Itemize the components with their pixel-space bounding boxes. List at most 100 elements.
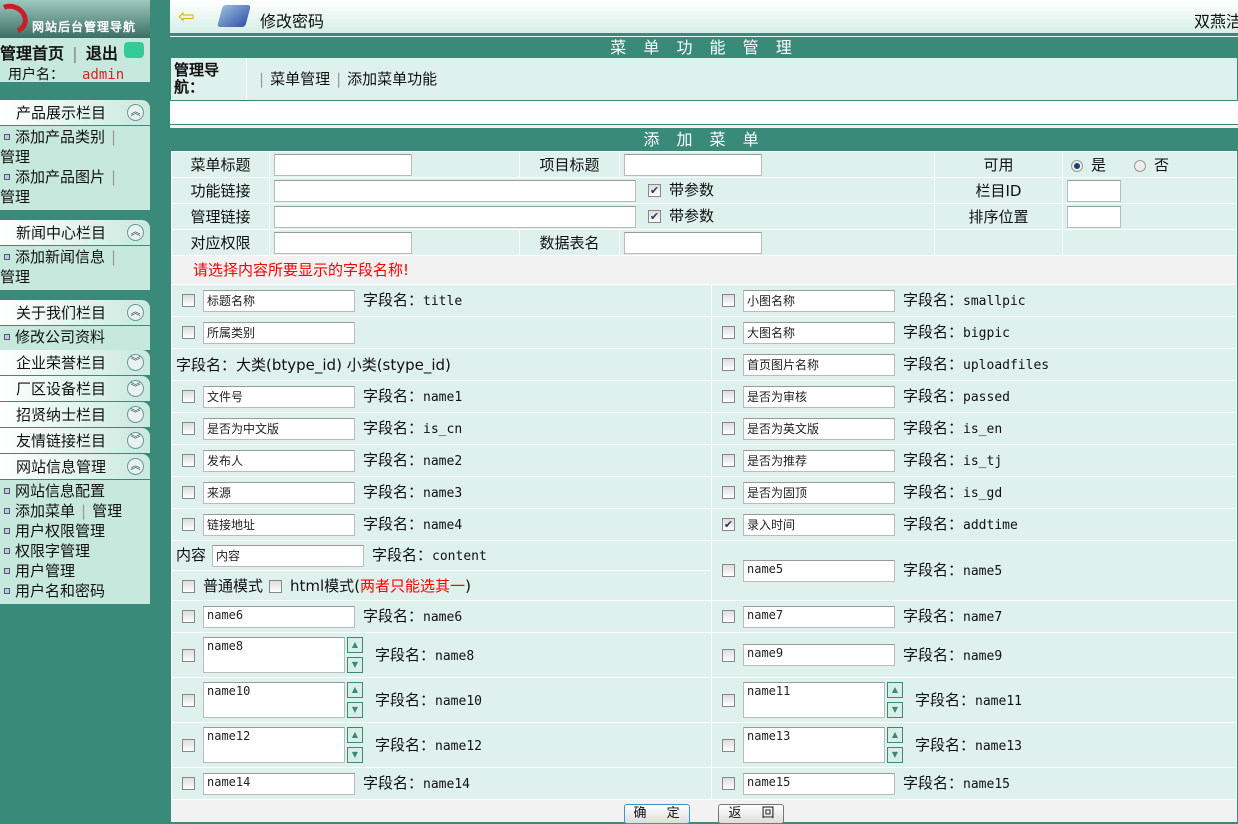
field-checkbox[interactable] <box>722 648 735 662</box>
field-checkbox[interactable] <box>182 422 195 436</box>
sidebar-item-label[interactable]: 添加新闻信息 <box>15 248 105 266</box>
scroll-up-icon[interactable]: ▲ <box>347 727 363 743</box>
field-checkbox[interactable] <box>722 390 735 404</box>
func-link-input[interactable] <box>274 179 636 202</box>
sidebar-group-header[interactable]: 关于我们栏目 ︽ <box>0 300 150 326</box>
sidebar-item[interactable]: 添加产品图片 | <box>0 167 150 187</box>
edit-book-icon[interactable] <box>217 5 251 27</box>
expand-icon[interactable]: ︾ <box>127 432 144 449</box>
field-input[interactable]: name5 <box>743 559 895 582</box>
sidebar-item[interactable]: 用户名和密码 <box>0 581 150 601</box>
field-input[interactable]: 链接地址 <box>203 513 355 536</box>
expand-icon[interactable]: ︾ <box>127 406 144 423</box>
field-checkbox[interactable] <box>722 454 735 468</box>
collapse-icon[interactable]: ︽ <box>127 224 144 241</box>
field-checkbox[interactable] <box>722 693 735 707</box>
sidebar-item-label[interactable]: 用户名和密码 <box>15 582 105 600</box>
field-checkbox[interactable] <box>722 610 735 624</box>
field-input[interactable]: 所属类别 <box>203 321 355 344</box>
sidebar-item-label[interactable]: 权限字管理 <box>15 542 90 560</box>
enabled-no-radio[interactable] <box>1134 159 1147 172</box>
field-input[interactable]: 是否为英文版 <box>743 417 895 440</box>
field-input[interactable]: name6 <box>203 605 355 628</box>
field-input[interactable]: 是否为审核 <box>743 385 895 408</box>
sidebar-item[interactable]: 权限字管理 <box>0 541 150 561</box>
sidebar-item[interactable]: 用户管理 <box>0 561 150 581</box>
scroll-up-icon[interactable]: ▲ <box>887 682 903 698</box>
sidebar-group-header[interactable]: 新闻中心栏目 ︽ <box>0 220 150 246</box>
field-input[interactable]: name14 <box>203 772 355 795</box>
back-arrow-icon[interactable]: ⇦ <box>178 6 195 26</box>
scroll-down-icon[interactable]: ▼ <box>347 747 363 763</box>
table-name-input[interactable] <box>624 231 762 254</box>
field-checkbox[interactable] <box>182 486 195 500</box>
expand-icon[interactable]: ︾ <box>127 380 144 397</box>
scroll-down-icon[interactable]: ▼ <box>347 657 363 673</box>
scroll-down-icon[interactable]: ▼ <box>887 747 903 763</box>
sidebar-item-manage[interactable]: 管理 <box>0 187 150 207</box>
content-input[interactable]: 内容 <box>212 544 365 567</box>
field-input[interactable]: 文件号 <box>203 385 355 408</box>
sidebar-item[interactable]: 网站信息配置 <box>0 481 150 501</box>
item-title-input[interactable] <box>624 153 762 176</box>
html-mode-checkbox[interactable] <box>269 580 283 593</box>
collapse-icon[interactable]: ︽ <box>127 104 144 121</box>
field-checkbox[interactable] <box>182 693 195 707</box>
sidebar-item-label[interactable]: 用户权限管理 <box>15 522 105 540</box>
field-input[interactable]: 是否为推荐 <box>743 449 895 472</box>
sidebar-item-label[interactable]: 添加菜单 <box>15 502 75 520</box>
sidebar-item-manage[interactable]: 管理 <box>0 147 150 167</box>
field-input[interactable]: 标题名称 <box>203 289 355 312</box>
scroll-down-icon[interactable]: ▼ <box>887 702 903 718</box>
field-input[interactable]: name9 <box>743 644 895 667</box>
scroll-down-icon[interactable]: ▼ <box>347 702 363 718</box>
change-password-link[interactable]: 修改密码 <box>260 8 324 32</box>
sidebar-item-label[interactable]: 添加产品类别 <box>15 128 105 146</box>
field-textarea-input[interactable]: name12 <box>203 727 345 763</box>
scroll-up-icon[interactable]: ▲ <box>887 727 903 743</box>
field-input[interactable]: name7 <box>743 605 895 628</box>
field-checkbox[interactable] <box>182 326 195 339</box>
sidebar-item-label[interactable]: 修改公司资料 <box>15 328 105 346</box>
field-input[interactable]: 是否为中文版 <box>203 417 355 440</box>
scroll-up-icon[interactable]: ▲ <box>347 637 363 653</box>
field-input[interactable]: 小图名称 <box>743 289 895 312</box>
func-param-checkbox[interactable]: ✔ <box>648 184 661 198</box>
field-textarea-input[interactable]: name11 <box>743 682 885 718</box>
menu-title-input[interactable] <box>274 153 412 176</box>
collapse-icon[interactable]: ︽ <box>127 304 144 321</box>
column-id-input[interactable] <box>1067 179 1121 202</box>
sort-input[interactable] <box>1067 205 1121 228</box>
sidebar-item[interactable]: 修改公司资料 <box>0 327 150 347</box>
enabled-yes-radio[interactable] <box>1071 159 1083 172</box>
field-textarea-input[interactable]: name8 <box>203 637 345 673</box>
scroll-up-icon[interactable]: ▲ <box>347 682 363 698</box>
field-input[interactable]: 首页图片名称 <box>743 353 895 376</box>
sidebar-item-label[interactable]: 添加产品图片 <box>15 168 105 186</box>
sidebar-item[interactable]: 用户权限管理 <box>0 521 150 541</box>
field-input[interactable]: 来源 <box>203 481 355 504</box>
field-input[interactable]: 发布人 <box>203 449 355 472</box>
sidebar-item-label[interactable]: 网站信息配置 <box>15 482 105 500</box>
field-checkbox[interactable] <box>182 777 195 791</box>
sidebar-item-manage[interactable]: 管理 <box>0 267 150 287</box>
field-checkbox[interactable] <box>182 518 195 532</box>
field-checkbox[interactable] <box>722 564 735 578</box>
logout-link[interactable]: 退出 <box>86 44 118 63</box>
field-input[interactable]: 大图名称 <box>743 321 895 344</box>
back-button[interactable]: 返 回 <box>718 804 785 824</box>
field-checkbox[interactable] <box>182 454 195 468</box>
field-checkbox[interactable] <box>182 738 195 752</box>
field-checkbox[interactable] <box>722 777 735 791</box>
sidebar-group-header[interactable]: 企业荣誉栏目 ︾ <box>0 350 150 376</box>
field-textarea[interactable]: name13 ▲ ▼ <box>743 727 903 763</box>
field-checkbox[interactable] <box>182 294 195 308</box>
field-textarea-input[interactable]: name13 <box>743 727 885 763</box>
sidebar-group-header[interactable]: 招贤纳士栏目 ︾ <box>0 402 150 428</box>
field-input[interactable]: name15 <box>743 772 895 795</box>
sidebar-item-manage[interactable]: 管理 <box>92 502 122 520</box>
field-textarea[interactable]: name11 ▲ ▼ <box>743 682 903 718</box>
field-checkbox[interactable]: ✔ <box>722 518 735 532</box>
menu-manage-link[interactable]: 菜单管理 <box>270 70 330 88</box>
admin-link-input[interactable] <box>274 205 636 228</box>
